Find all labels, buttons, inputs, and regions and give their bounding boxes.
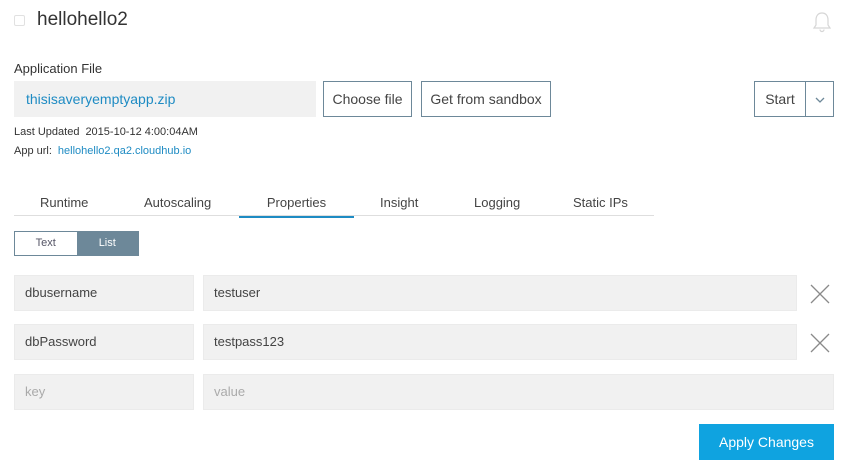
tab-logging[interactable]: Logging [474,195,520,210]
remove-property-icon[interactable] [808,282,832,306]
last-updated-value: 2015-10-12 4:00:04AM [85,126,198,138]
chevron-down-icon [815,97,824,103]
start-button[interactable]: Start [754,81,806,117]
new-value-input[interactable]: value [203,374,834,410]
property-value-input[interactable]: testpass123 [203,324,797,360]
remove-property-icon[interactable] [808,331,832,355]
last-updated-label: Last Updated [14,126,80,138]
app-url-row: App url: hellohello2.qa2.cloudhub.io [14,145,191,157]
status-indicator-icon [14,15,25,26]
new-key-input[interactable]: key [14,374,194,410]
app-title: hellohello2 [37,9,128,30]
get-from-sandbox-button[interactable]: Get from sandbox [421,81,551,117]
last-updated-row: Last Updated 2015-10-12 4:00:04AM [14,126,198,138]
start-menu-toggle[interactable] [805,81,834,117]
tab-properties[interactable]: Properties [239,195,354,218]
tab-static-ips[interactable]: Static IPs [573,195,628,210]
tab-runtime[interactable]: Runtime [40,195,88,210]
property-value-input[interactable]: testuser [203,275,797,311]
tab-autoscaling[interactable]: Autoscaling [144,195,211,210]
bell-icon[interactable] [812,11,832,33]
property-key-input[interactable]: dbPassword [14,324,194,360]
settings-tabs: Runtime Autoscaling Properties Insight L… [14,190,654,218]
view-mode-toggle: Text List [14,231,139,256]
tab-insight[interactable]: Insight [380,195,418,210]
view-list-button[interactable]: List [76,232,138,255]
view-text-button[interactable]: Text [15,232,77,255]
file-name-field[interactable]: thisisaveryemptyapp.zip [14,81,316,117]
property-key-input[interactable]: dbusername [14,275,194,311]
application-file-label: Application File [14,61,103,76]
app-url-label: App url: [14,145,52,157]
apply-changes-button[interactable]: Apply Changes [699,424,834,460]
app-url-link[interactable]: hellohello2.qa2.cloudhub.io [58,145,191,157]
choose-file-button[interactable]: Choose file [323,81,412,117]
